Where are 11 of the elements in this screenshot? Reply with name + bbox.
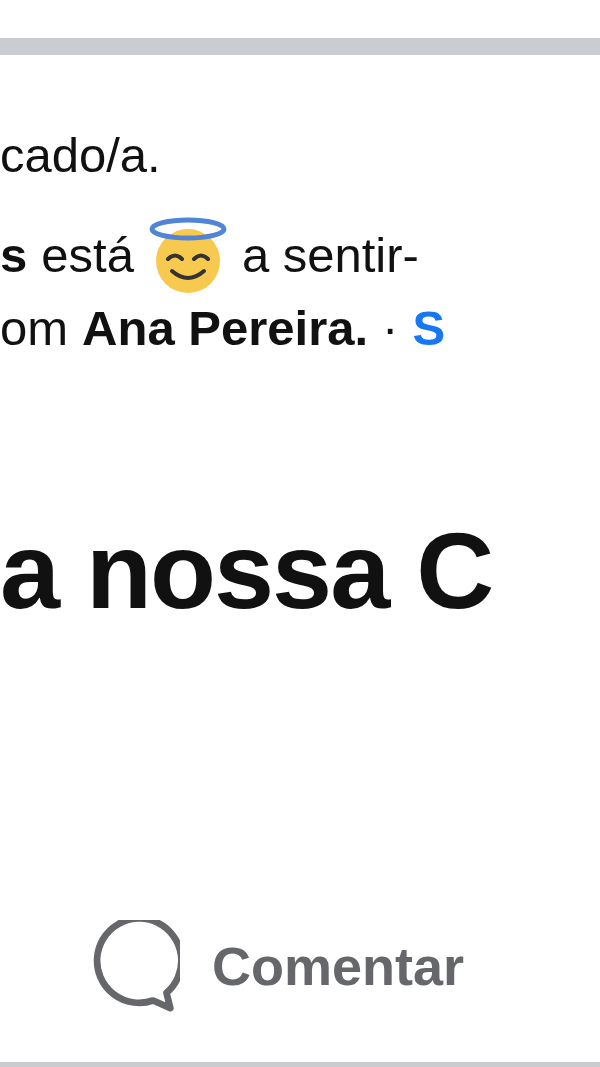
comment-button[interactable]: Comentar xyxy=(84,920,465,1012)
feeling-text: a sentir- xyxy=(241,227,419,283)
author-name[interactable]: s xyxy=(0,227,28,283)
status-verb: está xyxy=(41,227,134,283)
tagged-name[interactable]: Ana Pereira. xyxy=(82,300,369,356)
follow-link[interactable]: S xyxy=(412,300,446,356)
post-headline: a nossa C xyxy=(0,511,494,631)
dot-separator: · xyxy=(382,300,399,356)
status-text: om xyxy=(0,300,69,356)
smiling-face-with-halo-icon xyxy=(147,215,228,295)
post-text: cado/a. xyxy=(0,127,162,184)
